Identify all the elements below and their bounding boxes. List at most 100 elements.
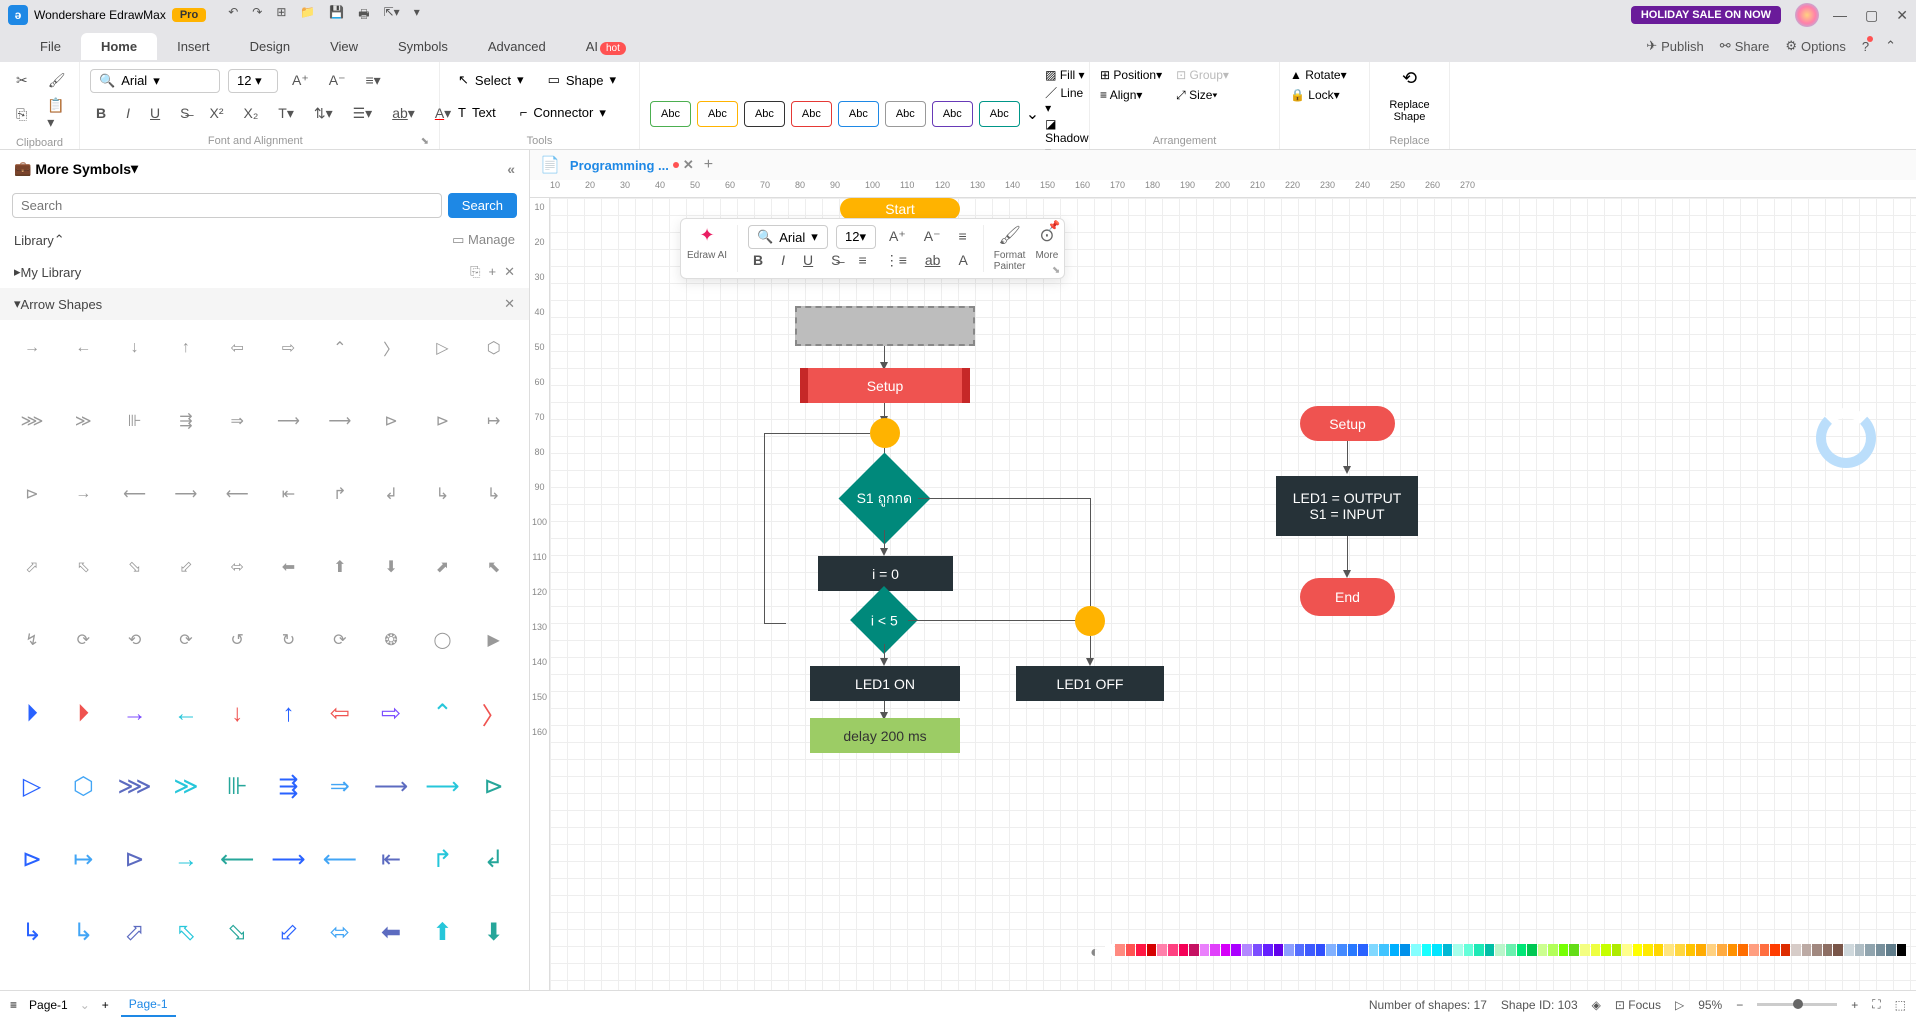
presentation-icon[interactable]: ▷ bbox=[1675, 998, 1684, 1012]
collapse-ribbon-button[interactable]: ⌃ bbox=[1885, 38, 1896, 54]
menu-insert[interactable]: Insert bbox=[157, 33, 230, 60]
color-swatch[interactable] bbox=[1443, 944, 1453, 956]
arrow-shape-1[interactable]: ← bbox=[61, 328, 105, 368]
float-bold-icon[interactable]: B bbox=[748, 249, 768, 272]
new-tab-button[interactable]: + bbox=[704, 156, 713, 174]
arrow-shape-46[interactable]: ⟳ bbox=[318, 620, 362, 660]
color-swatch[interactable] bbox=[1474, 944, 1484, 956]
color-swatch[interactable] bbox=[1305, 944, 1315, 956]
color-swatch[interactable] bbox=[1464, 944, 1474, 956]
arrow-shape-80[interactable]: ↳ bbox=[10, 913, 54, 953]
arrow-shape-55[interactable]: ↑ bbox=[266, 694, 310, 734]
close-arrow-shapes-icon[interactable]: ✕ bbox=[504, 296, 515, 312]
style-preset-8[interactable]: Abc bbox=[979, 101, 1020, 127]
color-swatch[interactable] bbox=[1728, 944, 1738, 956]
arrow-shape-40[interactable]: ↯ bbox=[10, 620, 54, 660]
color-swatch[interactable] bbox=[1179, 944, 1189, 956]
focus-button[interactable]: ⊡ Focus bbox=[1615, 998, 1661, 1012]
arrow-shape-15[interactable]: ⟶ bbox=[266, 401, 310, 441]
export-icon[interactable]: ⇱▾ bbox=[384, 5, 400, 26]
color-swatch[interactable] bbox=[1337, 944, 1347, 956]
arrow-shape-41[interactable]: ⟳ bbox=[61, 620, 105, 660]
arrow-shape-77[interactable]: ⇤ bbox=[369, 840, 413, 880]
color-swatch[interactable] bbox=[1823, 944, 1833, 956]
color-swatch[interactable] bbox=[1316, 944, 1326, 956]
arrow-shape-76[interactable]: ⟵ bbox=[318, 840, 362, 880]
arrow-shape-11[interactable]: ≫ bbox=[61, 401, 105, 441]
arrow-shape-38[interactable]: ⬈ bbox=[420, 547, 464, 587]
italic-icon[interactable]: I bbox=[120, 101, 136, 125]
menu-ai[interactable]: AIhot bbox=[566, 33, 646, 60]
arrow-shape-52[interactable]: → bbox=[113, 694, 157, 734]
arrow-shape-39[interactable]: ⬉ bbox=[472, 547, 516, 587]
arrow-shape-63[interactable]: ≫ bbox=[164, 767, 208, 807]
shape-connector-1[interactable] bbox=[870, 418, 900, 448]
arrow-shape-79[interactable]: ↲ bbox=[472, 840, 516, 880]
arrow-shape-73[interactable]: → bbox=[164, 840, 208, 880]
paste-icon[interactable]: 📋▾ bbox=[41, 93, 70, 135]
style-preset-3[interactable]: Abc bbox=[744, 101, 785, 127]
arrow-shape-24[interactable]: ⟵ bbox=[215, 474, 259, 514]
color-swatch[interactable] bbox=[1390, 944, 1400, 956]
color-swatch[interactable] bbox=[1495, 944, 1505, 956]
float-highlight-icon[interactable]: ab bbox=[920, 249, 946, 272]
user-avatar[interactable] bbox=[1795, 3, 1819, 27]
arrow-shape-62[interactable]: ⋙ bbox=[113, 767, 157, 807]
float-font-select[interactable]: 🔍 Arial ▾ bbox=[748, 225, 828, 249]
color-swatch[interactable] bbox=[1242, 944, 1252, 956]
color-swatch[interactable] bbox=[1136, 944, 1146, 956]
arrow-shape-74[interactable]: ⟵ bbox=[215, 840, 259, 880]
minimize-button[interactable]: — bbox=[1833, 7, 1847, 24]
color-swatch[interactable] bbox=[1559, 944, 1569, 956]
color-swatch[interactable] bbox=[1833, 944, 1843, 956]
float-font-color-icon[interactable]: A bbox=[953, 249, 972, 272]
save-icon[interactable]: 💾 bbox=[329, 5, 344, 26]
arrow-shape-70[interactable]: ⊳ bbox=[10, 840, 54, 880]
float-increase-font-icon[interactable]: A⁺ bbox=[884, 225, 911, 249]
color-swatch[interactable] bbox=[1791, 944, 1801, 956]
maximize-button[interactable]: ▢ bbox=[1865, 7, 1878, 24]
zoom-out-button[interactable]: − bbox=[1736, 998, 1743, 1012]
arrow-shape-21[interactable]: → bbox=[61, 474, 105, 514]
arrow-shape-53[interactable]: ← bbox=[164, 694, 208, 734]
arrow-shape-7[interactable]: 〉 bbox=[369, 328, 413, 368]
text-tool[interactable]: T Text bbox=[450, 101, 504, 124]
bold-icon[interactable]: B bbox=[90, 101, 112, 125]
arrow-shape-87[interactable]: ⬅ bbox=[369, 913, 413, 953]
arrow-shapes-label[interactable]: Arrow Shapes bbox=[21, 297, 103, 312]
menu-advanced[interactable]: Advanced bbox=[468, 33, 566, 60]
arrow-shape-29[interactable]: ↳ bbox=[472, 474, 516, 514]
color-swatch[interactable] bbox=[1231, 944, 1241, 956]
arrow-shape-26[interactable]: ↱ bbox=[318, 474, 362, 514]
float-italic-icon[interactable]: I bbox=[776, 249, 790, 272]
more-qa-icon[interactable]: ▾ bbox=[414, 5, 420, 26]
color-swatch[interactable] bbox=[1760, 944, 1770, 956]
style-preset-2[interactable]: Abc bbox=[697, 101, 738, 127]
zoom-slider[interactable] bbox=[1757, 1003, 1837, 1006]
arrow-shape-58[interactable]: ⌃ bbox=[420, 694, 464, 734]
font-dialog-launcher[interactable]: ⬊ bbox=[421, 136, 429, 147]
highlight-icon[interactable]: ab▾ bbox=[386, 101, 421, 126]
replace-shape-button[interactable]: Replace Shape bbox=[1389, 99, 1429, 123]
close-button[interactable]: ✕ bbox=[1896, 7, 1908, 24]
arrow-shape-16[interactable]: ⟶ bbox=[318, 401, 362, 441]
arrow-shape-22[interactable]: ⟵ bbox=[113, 474, 157, 514]
arrow-shape-5[interactable]: ⇨ bbox=[266, 328, 310, 368]
color-swatch[interactable] bbox=[1591, 944, 1601, 956]
arrow-shape-82[interactable]: ⬀ bbox=[113, 913, 157, 953]
color-swatch[interactable] bbox=[1633, 944, 1643, 956]
color-swatch[interactable] bbox=[1601, 944, 1611, 956]
my-library-label[interactable]: My Library bbox=[21, 265, 82, 280]
color-swatch[interactable] bbox=[1865, 944, 1875, 956]
arrow-shape-13[interactable]: ⇶ bbox=[164, 401, 208, 441]
color-swatch[interactable] bbox=[1517, 944, 1527, 956]
shape-led1-off[interactable]: LED1 OFF bbox=[1016, 666, 1164, 701]
arrow-shape-54[interactable]: ↓ bbox=[215, 694, 259, 734]
close-tab-icon[interactable]: ✕ bbox=[683, 157, 694, 173]
color-swatch[interactable] bbox=[1115, 944, 1125, 956]
float-format-painter[interactable]: 🖌Format Painter bbox=[994, 225, 1026, 272]
arrow-shape-86[interactable]: ⬄ bbox=[318, 913, 362, 953]
pages-menu-icon[interactable]: ≡ bbox=[10, 998, 17, 1012]
arrow-shape-44[interactable]: ↺ bbox=[215, 620, 259, 660]
arrow-shape-37[interactable]: ⬇ bbox=[369, 547, 413, 587]
